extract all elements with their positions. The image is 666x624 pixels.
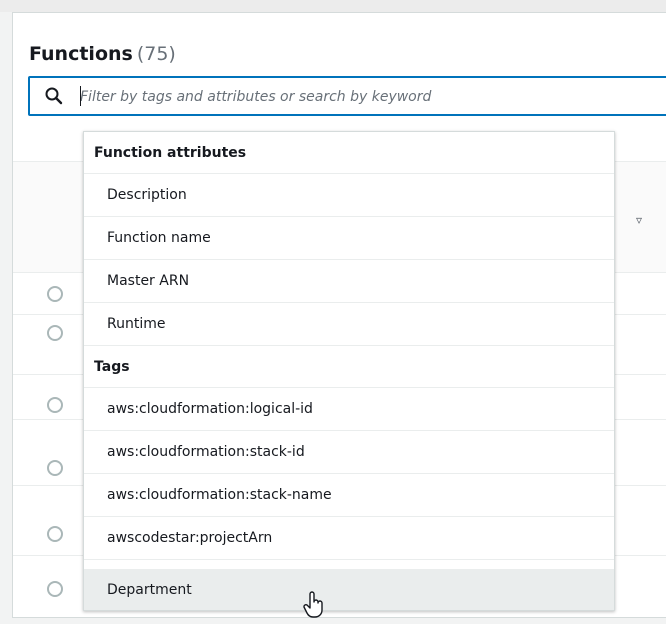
row-radio[interactable] [47, 460, 63, 476]
option-project-arn[interactable]: awscodestar:projectArn [84, 517, 614, 560]
group-header-function-attributes: Function attributes [84, 132, 614, 174]
filter-dropdown: Function attributes Description Function… [83, 131, 615, 611]
text-cursor [80, 86, 81, 106]
function-count: (75) [136, 43, 176, 65]
option-master-arn[interactable]: Master ARN [84, 260, 614, 303]
option-logical-id[interactable]: aws:cloudformation:logical-id [84, 388, 614, 431]
option-runtime[interactable]: Runtime [84, 303, 614, 346]
row-radio[interactable] [47, 286, 63, 302]
row-radio[interactable] [47, 325, 63, 341]
search-icon [44, 86, 64, 106]
search-input[interactable] [80, 84, 640, 110]
option-description[interactable]: Description [84, 174, 614, 217]
row-radio[interactable] [47, 397, 63, 413]
option-function-name[interactable]: Function name [84, 217, 614, 260]
page-top-strip [0, 0, 666, 12]
group-header-tags: Tags [84, 346, 614, 388]
option-stack-id[interactable]: aws:cloudformation:stack-id [84, 431, 614, 474]
row-radio[interactable] [47, 526, 63, 542]
pointer-hand-icon [302, 590, 326, 620]
option-stack-name[interactable]: aws:cloudformation:stack-name [84, 474, 614, 517]
page-title-text: Functions [29, 43, 133, 65]
sort-descending-icon[interactable]: ▿ [636, 213, 642, 227]
page-title: Functions (75) [29, 40, 176, 68]
row-radio[interactable] [47, 581, 63, 597]
option-department[interactable]: Department [84, 569, 614, 610]
search-field[interactable] [28, 76, 666, 116]
